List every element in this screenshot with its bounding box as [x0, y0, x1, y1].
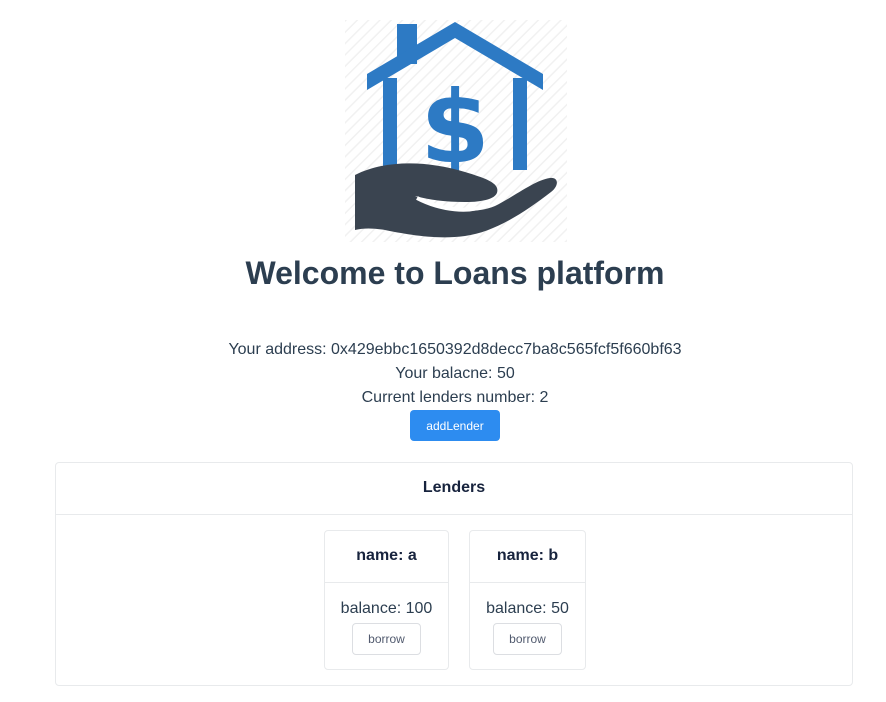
lender-name: name: a — [325, 531, 448, 583]
page-title: Welcome to Loans platform — [245, 255, 665, 291]
page: $ Welcome to Loans platform Your address… — [0, 0, 886, 702]
lenders-panel-title: Lenders — [56, 463, 852, 515]
lender-card-body: balance: 100 borrow — [325, 583, 448, 655]
logo: $ — [345, 20, 567, 242]
account-balance: Your balacne: 50 — [395, 365, 515, 382]
lender-card: name: a balance: 100 borrow — [324, 530, 449, 670]
account-address: Your address: 0x429ebbc1650392d8decc7ba8… — [228, 341, 682, 358]
house-dollar-hand-icon: $ — [345, 20, 567, 242]
lender-balance: balance: 100 — [340, 600, 433, 617]
lenders-panel: Lenders name: a balance: 100 borrow name… — [55, 462, 853, 686]
lender-card: name: b balance: 50 borrow — [469, 530, 586, 670]
add-lender-button[interactable]: addLender — [410, 410, 500, 441]
lender-balance: balance: 50 — [486, 600, 569, 617]
borrow-button[interactable]: borrow — [352, 623, 421, 655]
borrow-button[interactable]: borrow — [493, 623, 562, 655]
lender-name: name: b — [470, 531, 585, 583]
lender-card-body: balance: 50 borrow — [470, 583, 585, 655]
lenders-count: Current lenders number: 2 — [361, 389, 549, 406]
